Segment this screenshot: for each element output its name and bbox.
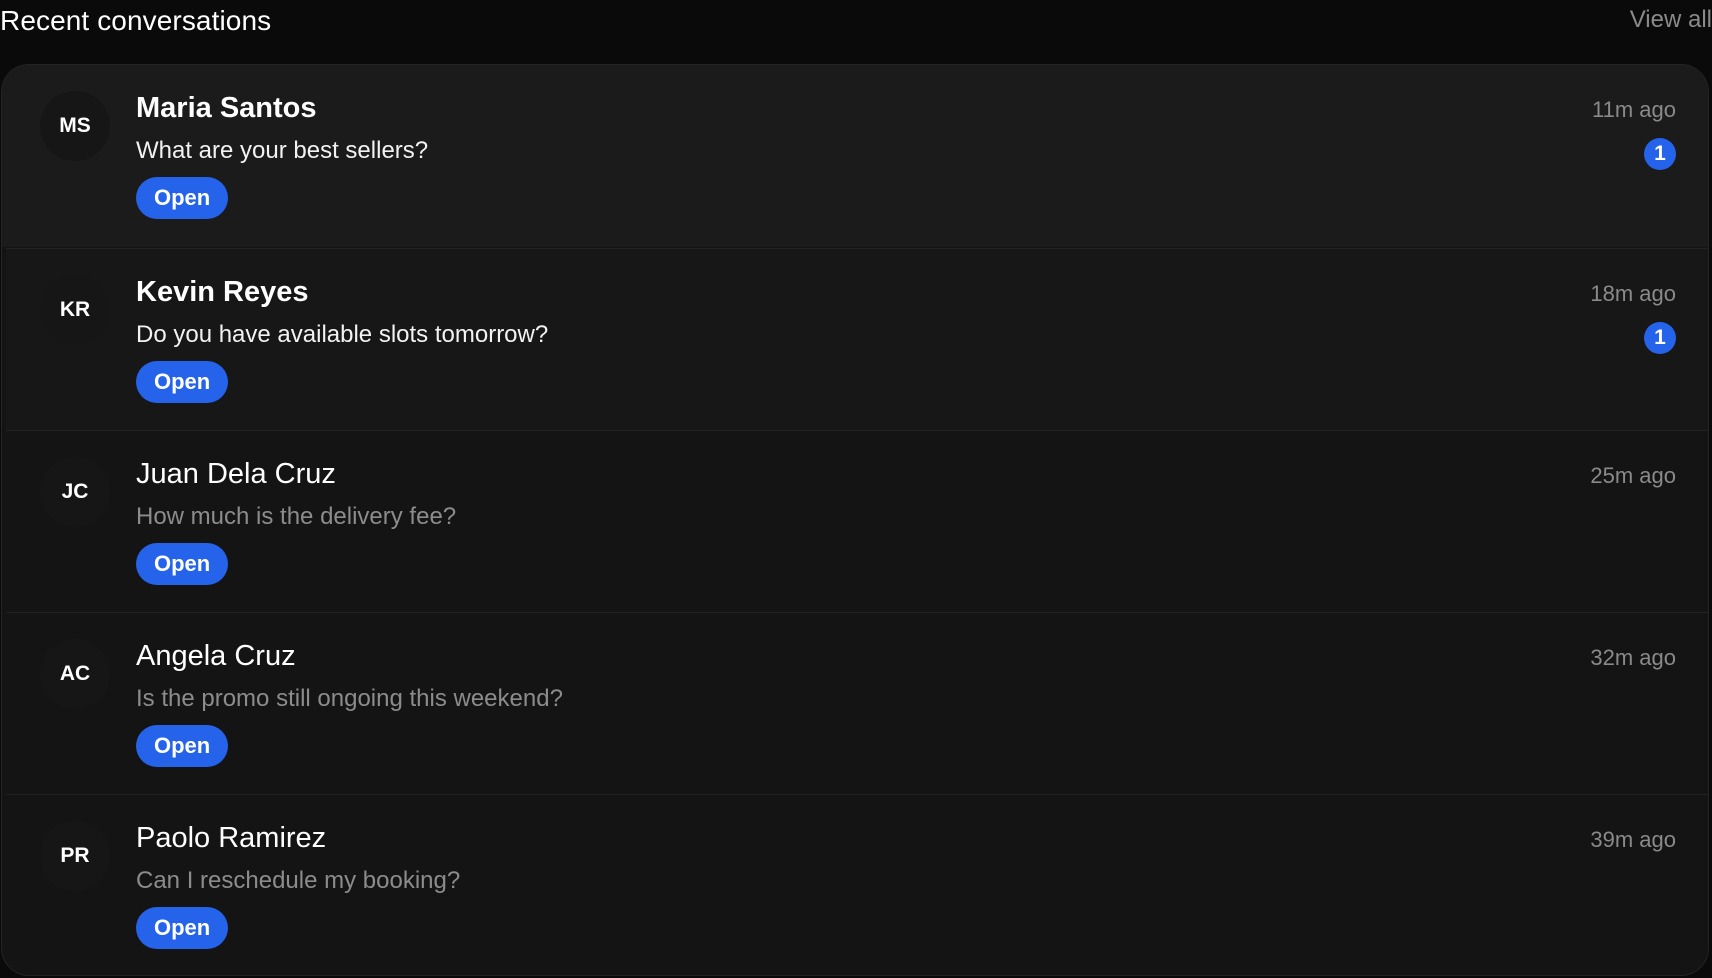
- open-conversation-button[interactable]: Open: [136, 177, 229, 219]
- contact-name: Paolo Ramirez: [136, 822, 327, 854]
- timestamp: 39m ago: [1590, 827, 1676, 852]
- open-conversation-button[interactable]: Open: [136, 907, 229, 949]
- avatar: PR: [40, 821, 110, 891]
- contact-name: Kevin Reyes: [136, 276, 309, 308]
- timestamp: 32m ago: [1590, 645, 1676, 670]
- timestamp: 25m ago: [1590, 463, 1676, 488]
- message-preview: Can I reschedule my booking?: [136, 867, 461, 894]
- message-preview: What are your best sellers?: [136, 137, 429, 164]
- conversation-item-juan-dela-cruz[interactable]: JC Juan Dela Cruz How much is the delive…: [6, 430, 1708, 612]
- timestamp: 18m ago: [1590, 281, 1676, 306]
- avatar: JC: [40, 457, 110, 527]
- unread-count-badge: 1: [1644, 138, 1676, 170]
- timestamp: 11m ago: [1592, 97, 1676, 122]
- conversation-item-maria-santos[interactable]: MS Maria Santos What are your best selle…: [2, 65, 1708, 247]
- open-conversation-button[interactable]: Open: [136, 361, 229, 403]
- avatar: KR: [40, 275, 110, 345]
- message-preview: How much is the delivery fee?: [136, 503, 457, 530]
- conversation-list: MS Maria Santos What are your best selle…: [1, 64, 1709, 976]
- conversation-item-kevin-reyes[interactable]: KR Kevin Reyes Do you have available slo…: [6, 248, 1708, 430]
- section-title: Recent conversations: [0, 5, 272, 36]
- open-conversation-button[interactable]: Open: [136, 725, 229, 767]
- contact-name: Angela Cruz: [136, 640, 296, 672]
- avatar: AC: [40, 639, 110, 709]
- conversations-header: Recent conversations View all: [0, 0, 1712, 42]
- message-preview: Do you have available slots tomorrow?: [136, 321, 549, 348]
- conversation-item-paolo-ramirez[interactable]: PR Paolo Ramirez Can I reschedule my boo…: [6, 794, 1708, 975]
- contact-name: Maria Santos: [136, 92, 317, 124]
- view-all-link[interactable]: View all: [1630, 6, 1712, 34]
- message-preview: Is the promo still ongoing this weekend?: [136, 685, 563, 712]
- contact-name: Juan Dela Cruz: [136, 458, 336, 490]
- conversation-item-angela-cruz[interactable]: AC Angela Cruz Is the promo still ongoin…: [6, 612, 1708, 794]
- avatar: MS: [40, 91, 110, 161]
- open-conversation-button[interactable]: Open: [136, 543, 229, 585]
- unread-count-badge: 1: [1644, 322, 1676, 354]
